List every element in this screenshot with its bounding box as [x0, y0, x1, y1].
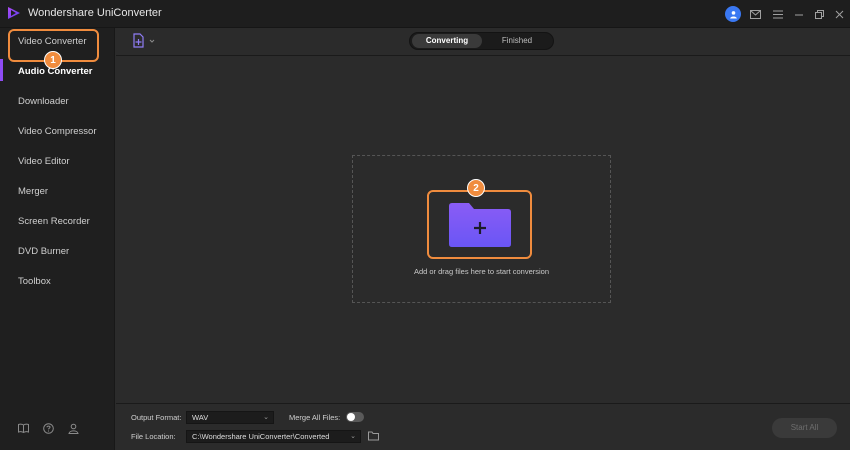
open-folder-icon[interactable] — [368, 431, 379, 441]
title-bar: Wondershare UniConverter — [0, 0, 850, 28]
sidebar-item-dvd-burner[interactable]: DVD Burner — [0, 240, 115, 264]
maximize-icon[interactable] — [812, 7, 826, 21]
close-icon[interactable] — [832, 7, 846, 21]
sidebar-item-toolbox[interactable]: Toolbox — [0, 270, 115, 294]
start-all-button[interactable]: Start All — [772, 418, 837, 438]
file-location-select[interactable]: C:\Wondershare UniConverter\Converted ⌄ — [186, 430, 361, 443]
bottom-divider — [116, 403, 850, 404]
file-location-value: C:\Wondershare UniConverter\Converted — [192, 432, 330, 441]
merge-all-files-toggle[interactable] — [346, 412, 364, 422]
user-icon[interactable] — [725, 6, 741, 22]
output-format-select[interactable]: WAV ⌄ — [186, 411, 274, 424]
tab-finished[interactable]: Finished — [482, 34, 552, 48]
sidebar-item-video-editor[interactable]: Video Editor — [0, 150, 115, 174]
chevron-down-icon: ⌄ — [263, 414, 269, 421]
add-folder-icon[interactable] — [449, 203, 511, 247]
sidebar: Video Converter Audio Converter Download… — [0, 28, 115, 450]
sidebar-item-video-compressor[interactable]: Video Compressor — [0, 120, 115, 144]
sidebar-item-merger[interactable]: Merger — [0, 180, 115, 204]
sidebar-item-screen-recorder[interactable]: Screen Recorder — [0, 210, 115, 234]
help-icon[interactable] — [42, 422, 54, 434]
status-tabs: Converting Finished — [409, 32, 554, 50]
output-format-value: WAV — [192, 413, 209, 422]
menu-icon[interactable] — [771, 7, 785, 21]
merge-all-files-label: Merge All Files: — [289, 413, 341, 422]
output-format-label: Output Format: — [131, 413, 182, 422]
toggle-knob — [347, 413, 355, 421]
app-logo-icon — [8, 7, 20, 19]
mail-icon[interactable] — [748, 7, 762, 21]
chevron-down-icon: ⌄ — [350, 433, 356, 440]
step-badge-2: 2 — [467, 179, 485, 197]
book-icon[interactable] — [17, 422, 29, 434]
step-badge-1: 1 — [44, 51, 62, 69]
account-icon[interactable] — [67, 422, 79, 434]
sidebar-item-downloader[interactable]: Downloader — [0, 90, 115, 114]
toolbar-divider — [116, 55, 850, 56]
tab-converting[interactable]: Converting — [412, 34, 482, 48]
app-title: Wondershare UniConverter — [28, 7, 162, 19]
drop-zone-hint: Add or drag files here to start conversi… — [413, 267, 550, 276]
file-location-label: File Location: — [131, 432, 176, 441]
add-file-button[interactable] — [132, 33, 158, 49]
minimize-icon[interactable] — [792, 7, 806, 21]
